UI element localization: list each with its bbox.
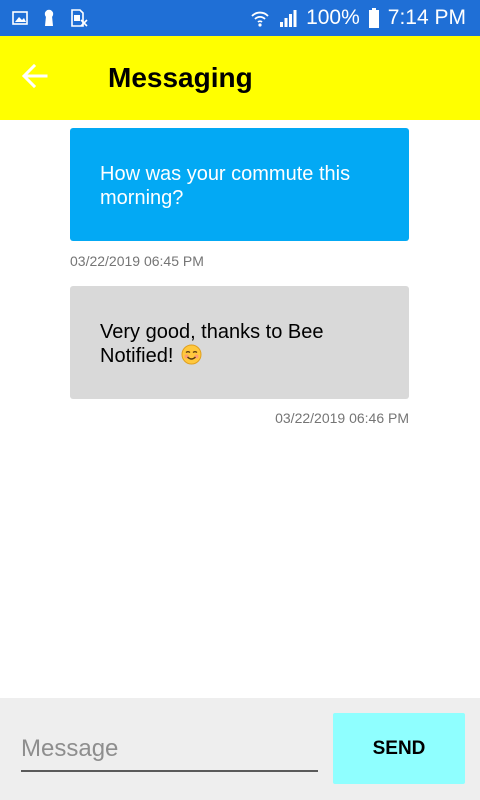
battery-icon [368, 8, 380, 28]
clock: 7:14 PM [387, 6, 466, 29]
send-button[interactable]: SEND [333, 713, 465, 784]
status-bar: 100% 7:14 PM [0, 0, 480, 36]
message-list[interactable]: How was your commute this morning? 03/22… [0, 120, 480, 698]
arrow-back-icon [21, 63, 48, 94]
image-notification-icon [12, 10, 28, 26]
signal-icon [278, 8, 298, 28]
system-status: 100% 7:14 PM [250, 6, 466, 30]
message-input[interactable] [21, 728, 318, 772]
message-text: How was your commute this morning? [100, 163, 351, 209]
notification-icons [12, 9, 88, 27]
page-title: Messaging [108, 62, 253, 93]
message-timestamp: 03/22/2019 06:45 PM [70, 253, 204, 269]
message-timestamp: 03/22/2019 06:46 PM [275, 410, 409, 426]
outgoing-message-bubble[interactable]: How was your commute this morning? [70, 128, 409, 241]
wifi-icon [250, 8, 270, 28]
message-text: Very good, thanks to Bee Notified! [100, 321, 324, 367]
smiling-face-icon [181, 344, 202, 371]
incoming-message-bubble[interactable]: Very good, thanks to Bee Notified! [70, 286, 409, 399]
message-composer: SEND [0, 698, 480, 800]
sim-card-notification-icon [70, 9, 88, 27]
app-bar: Messaging [0, 36, 480, 120]
keyhole-notification-icon [42, 9, 56, 27]
back-button[interactable] [0, 36, 70, 120]
battery-percent: 100% [306, 6, 360, 29]
